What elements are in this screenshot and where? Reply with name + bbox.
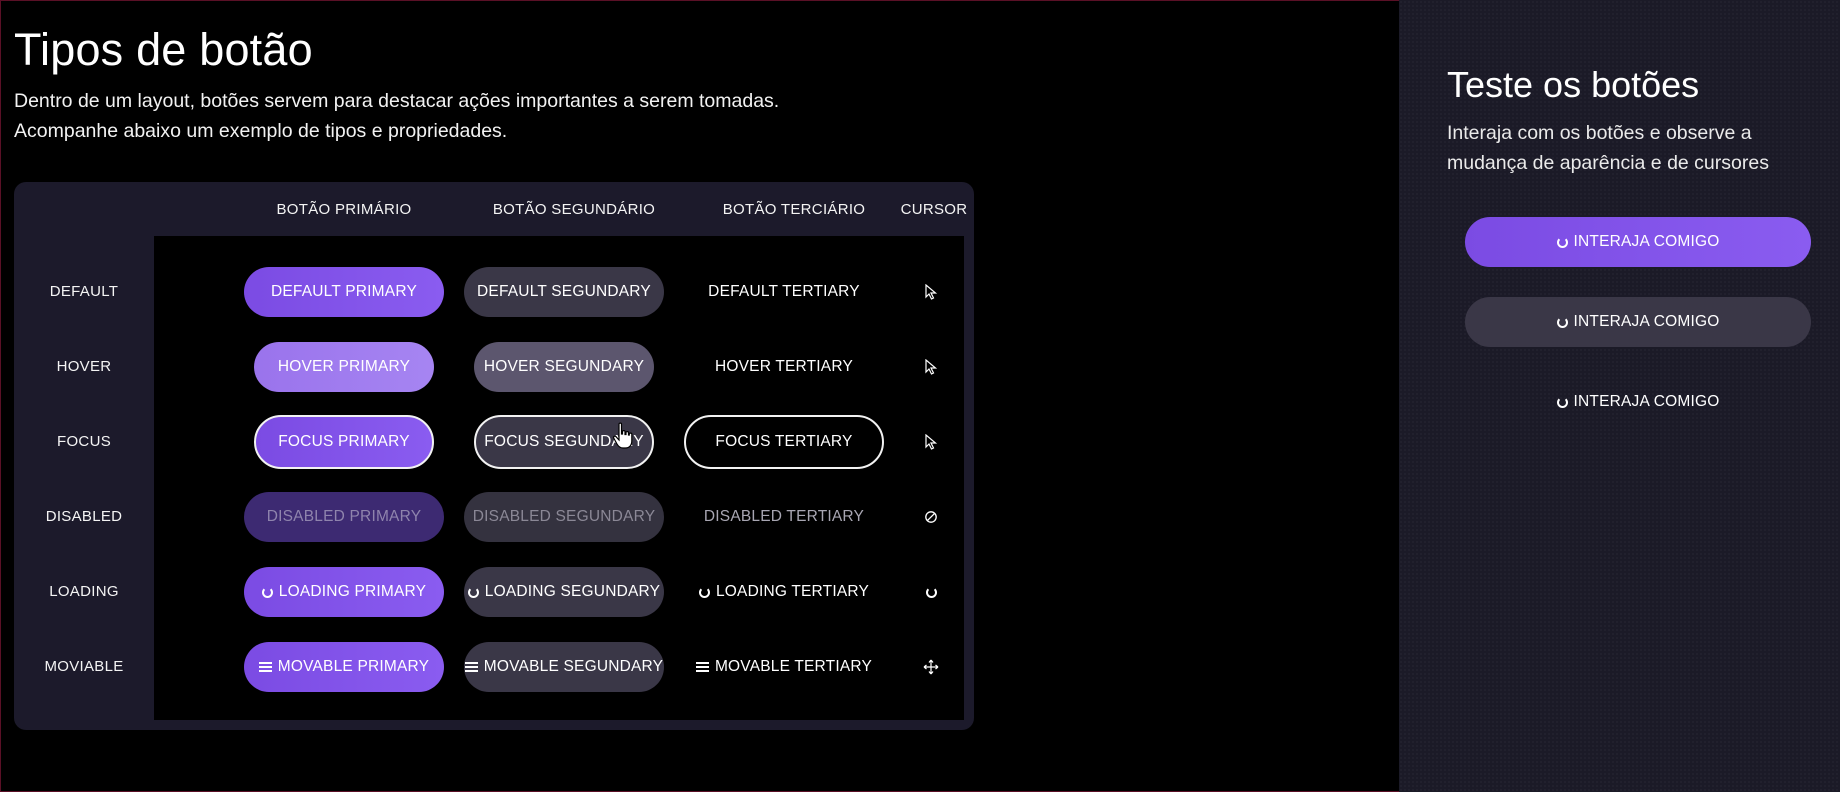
spinner-icon bbox=[1556, 236, 1568, 248]
button-grid: DEFAULT PRIMARY DEFAULT SEGUNDARY DEFAUL… bbox=[154, 236, 964, 720]
move-icon bbox=[916, 652, 946, 682]
description-line-2: Acompanhe abaixo um exemplo de tipos e p… bbox=[14, 120, 508, 142]
spinner-icon bbox=[261, 586, 273, 598]
page-description: Dentro de um layout, botões servem para … bbox=[14, 86, 779, 146]
column-header-cursor: CURSOR bbox=[900, 200, 968, 218]
hover-tertiary-button[interactable]: HOVER TERTIARY bbox=[684, 342, 884, 392]
interact-secondary-button[interactable]: INTERAJA COMIGO bbox=[1465, 297, 1811, 347]
row-header-focus: FOCUS bbox=[57, 433, 111, 450]
loading-primary-button[interactable]: LOADING PRIMARY bbox=[244, 567, 444, 617]
drag-handle-icon bbox=[695, 662, 709, 672]
spinner-icon bbox=[916, 577, 946, 607]
disabled-secondary-button: DISABLED SEGUNDARY bbox=[464, 492, 664, 542]
arrow-cursor-icon bbox=[916, 352, 946, 382]
movable-primary-button[interactable]: MOVABLE PRIMARY bbox=[244, 642, 444, 692]
disabled-primary-button: DISABLED PRIMARY bbox=[244, 492, 444, 542]
drag-handle-icon bbox=[464, 662, 478, 672]
movable-secondary-button[interactable]: MOVABLE SEGUNDARY bbox=[464, 642, 664, 692]
row-header-loading: LOADING bbox=[49, 583, 119, 600]
disabled-tertiary-button: DISABLED TERTIARY bbox=[703, 508, 865, 525]
description-line-1: Dentro de um layout, botões servem para … bbox=[14, 90, 780, 112]
row-header-hover: HOVER bbox=[56, 358, 112, 375]
default-primary-button[interactable]: DEFAULT PRIMARY bbox=[244, 267, 444, 317]
button-types-table: BOTÃO PRIMÁRIO BOTÃO SEGUNDÁRIO BOTÃO TE… bbox=[14, 182, 974, 730]
row-header-disabled: DISABLED bbox=[45, 508, 123, 525]
focus-tertiary-button[interactable]: FOCUS TERTIARY bbox=[684, 415, 884, 469]
test-panel-description: Interaja com os botões e observe a mudan… bbox=[1447, 122, 1769, 174]
hover-secondary-button[interactable]: HOVER SEGUNDARY bbox=[474, 342, 654, 392]
loading-tertiary-button[interactable]: LOADING TERTIARY bbox=[684, 567, 884, 617]
row-header-default: DEFAULT bbox=[49, 283, 119, 300]
test-panel-title: Teste os botões bbox=[1447, 64, 1700, 105]
movable-tertiary-button[interactable]: MOVABLE TERTIARY bbox=[684, 642, 884, 692]
not-allowed-icon bbox=[916, 502, 946, 532]
spinner-icon bbox=[698, 586, 710, 598]
interact-tertiary-button[interactable]: INTERAJA COMIGO bbox=[1465, 377, 1811, 427]
drag-handle-icon bbox=[258, 662, 272, 672]
spinner-icon bbox=[1556, 316, 1568, 328]
spinner-icon bbox=[467, 586, 479, 598]
column-header-tertiary: BOTÃO TERCIÁRIO bbox=[722, 200, 866, 218]
focus-primary-button[interactable]: FOCUS PRIMARY bbox=[254, 415, 434, 469]
loading-secondary-button[interactable]: LOADING SEGUNDARY bbox=[464, 567, 664, 617]
column-header-primary: BOTÃO PRIMÁRIO bbox=[276, 200, 412, 218]
intro-section: Tipos de botão Dentro de um layout, botõ… bbox=[14, 24, 779, 146]
column-header-secondary: BOTÃO SEGUNDÁRIO bbox=[492, 200, 656, 218]
test-buttons-panel: Teste os botões Interaja com os botões e… bbox=[1399, 0, 1840, 792]
hover-primary-button[interactable]: HOVER PRIMARY bbox=[254, 342, 434, 392]
default-secondary-button[interactable]: DEFAULT SEGUNDARY bbox=[464, 267, 664, 317]
arrow-cursor-icon bbox=[916, 277, 946, 307]
hand-pointer-icon bbox=[612, 422, 634, 450]
page-title: Tipos de botão bbox=[14, 24, 313, 75]
default-tertiary-button[interactable]: DEFAULT TERTIARY bbox=[684, 267, 884, 317]
interact-primary-button[interactable]: INTERAJA COMIGO bbox=[1465, 217, 1811, 267]
row-header-moviable: MOVIABLE bbox=[44, 658, 124, 675]
arrow-cursor-icon bbox=[916, 427, 946, 457]
spinner-icon bbox=[1556, 396, 1568, 408]
